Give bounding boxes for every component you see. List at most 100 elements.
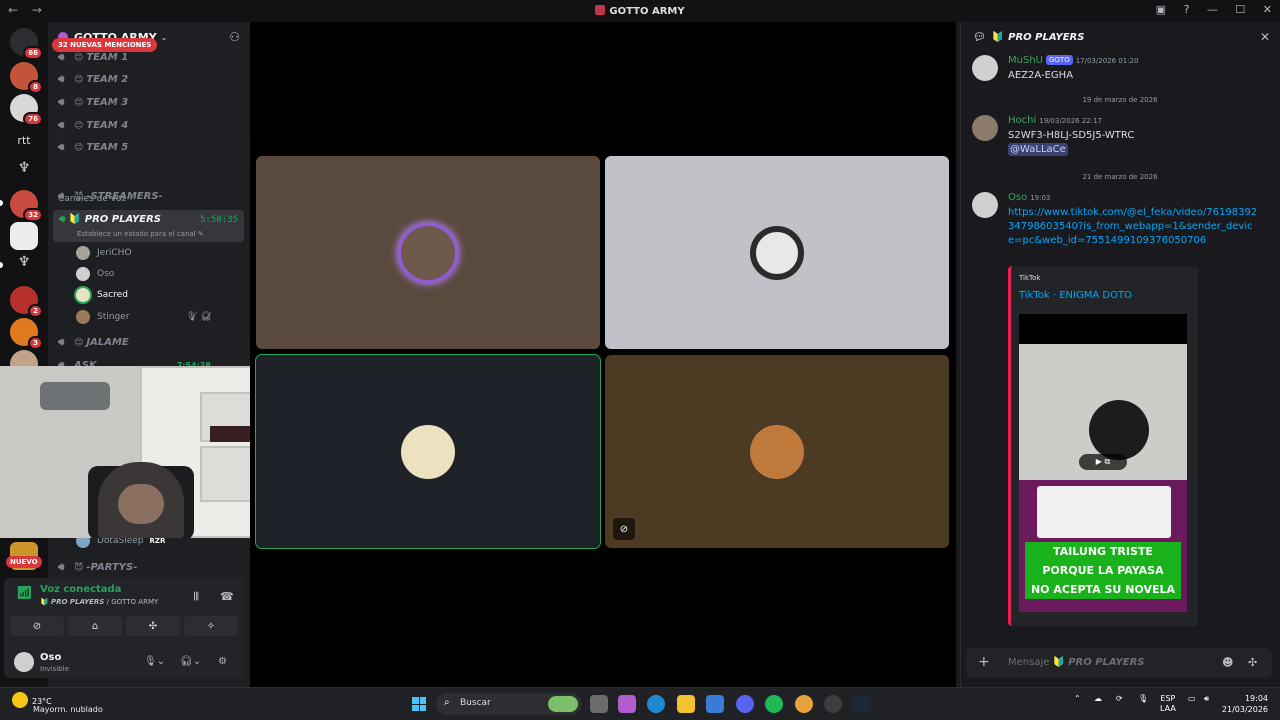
edge-icon[interactable] [647, 695, 665, 713]
user-mention[interactable]: @WaLLaCe [1008, 143, 1068, 156]
apps-icon[interactable]: ✣ [1248, 656, 1257, 669]
direct-messages-icon[interactable]: 66 [10, 28, 43, 60]
screen-share-button[interactable]: ⌂ [68, 616, 122, 636]
participant-tile[interactable] [255, 354, 601, 549]
channel-team-2[interactable]: 🔊︎ 😊 TEAM 2 [58, 74, 128, 85]
participant-tile[interactable] [605, 156, 949, 349]
embed-title[interactable]: TikTok · ENIGMA DOTO [1019, 290, 1132, 301]
date-divider: 21 de marzo de 2026 [1082, 173, 1158, 181]
server-icon[interactable]: 32 [10, 190, 43, 222]
weather-widget[interactable]: 23°C Mayorm. nublado [12, 692, 103, 714]
speaker-icon: 🔊︎ [58, 74, 65, 85]
server-icon[interactable]: 76 [10, 94, 43, 126]
add-member-icon[interactable]: ⚇ [229, 30, 240, 44]
channel-pro-players[interactable]: 🔊︎ 🔰 PRO PLAYERS 5:50:35 Establece un es… [53, 210, 244, 242]
network-icon[interactable]: ▭ [1188, 694, 1196, 703]
start-button[interactable] [412, 697, 426, 711]
avatar[interactable] [972, 192, 998, 218]
language-indicator[interactable]: ESP LAA [1160, 694, 1176, 714]
microphone-icon[interactable]: 🎙︎⌄ [144, 656, 165, 667]
clock[interactable]: 19:04 21/03/2026 [1222, 693, 1268, 715]
chevron-down-icon: ⌄ [160, 32, 168, 42]
help-icon[interactable]: ? [1184, 3, 1190, 16]
emoji-icon[interactable]: ☻ [1222, 656, 1233, 669]
discord-icon[interactable] [736, 695, 754, 713]
emoji-icon: 😊 [74, 120, 84, 131]
message-input[interactable]: + Mensaje 🔰 PRO PLAYERS ☻ ✣ [966, 648, 1272, 678]
speaker-icon: 🔊︎ [58, 191, 65, 202]
gear-icon[interactable]: ⚙ [218, 656, 227, 667]
chat-header: 💬︎ 🔰 PRO PLAYERS ✕ [973, 30, 1270, 44]
message-link[interactable]: https://www.tiktok.com/@el_feka/video/76… [1008, 206, 1258, 248]
link-embed: TikTok TikTok · ENIGMA DOTO ▶ ⧉ TAILUNG … [1008, 266, 1198, 626]
channel-team-1[interactable]: 🔊︎ 😊 TEAM 1 [58, 52, 128, 63]
avatar[interactable] [972, 55, 998, 81]
signal-icon[interactable]: 📶︎ [16, 586, 33, 601]
camera-off-button[interactable]: ⊘ [10, 616, 64, 636]
inbox-icon[interactable]: ▣ [1156, 3, 1166, 16]
microphone-icon[interactable]: 🎙︎ [1138, 694, 1148, 703]
voice-user-jericho[interactable]: JeriCHO [76, 246, 132, 260]
tray-icon[interactable]: ⟳ [1116, 694, 1123, 703]
embed-video[interactable]: ▶ ⧉ TAILUNG TRISTE PORQUE LA PAYASA NO A… [1019, 314, 1187, 612]
participant-tile[interactable]: ⊘ [605, 355, 949, 548]
voice-user-sacred[interactable]: Sacred [76, 288, 128, 302]
copilot-icon[interactable] [618, 695, 636, 713]
emoji-icon: 😈 [74, 562, 84, 573]
channel-streamers[interactable]: 🔊︎ 😈 -STREAMERS- [58, 191, 163, 202]
close-button[interactable]: ✕ [1263, 3, 1272, 16]
chrome-icon[interactable] [795, 695, 813, 713]
server-icon[interactable]: 3 [10, 318, 43, 350]
emoji-icon: 😊 [74, 97, 84, 108]
speaker-icon: 🔊︎ [58, 142, 65, 153]
volume-icon[interactable]: 🔊︎ [1204, 694, 1209, 704]
emoji-icon: 😊 [74, 337, 84, 348]
avatar[interactable] [972, 115, 998, 141]
channel-timer: 5:50:35 [200, 215, 238, 225]
steam-icon[interactable] [853, 695, 871, 713]
spotify-icon[interactable] [765, 695, 783, 713]
close-icon[interactable]: ✕ [1260, 30, 1270, 44]
cloud-icon[interactable]: ☁ [1094, 694, 1102, 703]
soundboard-icon[interactable]: 𝄃𝄃 [194, 590, 199, 604]
task-view-icon[interactable] [590, 695, 608, 713]
voice-user-stinger[interactable]: Stinger 🎙︎̸ 🎧︎̸ [76, 310, 212, 324]
new-mentions-pill[interactable]: 32 NUEVAS MENCIONES [52, 38, 158, 52]
server-icon[interactable]: 8 [10, 62, 43, 94]
channel-status-hint[interactable]: Establece un estado para el canal ✎ [77, 230, 204, 238]
disconnect-icon[interactable]: ☎︎ [220, 590, 234, 603]
app-icon[interactable] [824, 695, 842, 713]
maximize-button[interactable]: ☐ [1235, 3, 1245, 16]
taskbar-search[interactable]: ⌕ Buscar [436, 693, 582, 715]
file-explorer-icon[interactable] [677, 695, 695, 713]
channel-team-5[interactable]: 🔊︎ 😊 TEAM 5 [58, 142, 128, 153]
play-icon[interactable]: ▶ ⧉ [1079, 454, 1127, 470]
plus-icon[interactable]: + [978, 654, 990, 670]
voice-user-oso[interactable]: Oso [76, 267, 114, 281]
store-icon[interactable] [706, 695, 724, 713]
message-author[interactable]: Oso [1008, 192, 1027, 203]
shield-icon: 🔰 [991, 31, 1005, 43]
server-icon[interactable]: ♆ [10, 160, 38, 188]
server-icon-rtt[interactable]: rtt [10, 134, 38, 147]
soundboard-button[interactable]: ✧ [184, 616, 238, 636]
server-icon[interactable] [10, 222, 38, 250]
shield-icon: 🔰 [68, 214, 82, 225]
minimize-button[interactable]: — [1207, 3, 1218, 16]
channel-team-4[interactable]: 🔊︎ 😊 TEAM 4 [58, 120, 128, 131]
window-title: GOTTO ARMY [0, 5, 1280, 17]
message-author[interactable]: Hochi [1008, 115, 1036, 126]
speaker-icon: 🔊︎ [58, 120, 65, 131]
headphones-icon[interactable]: 🎧︎⌄ [180, 656, 201, 667]
avatar[interactable] [14, 652, 34, 672]
channel-partys[interactable]: 🔊︎ 😈 -PARTYS- [58, 562, 137, 573]
voice-channel-path[interactable]: 🔰 PRO PLAYERS / GOTTO ARMY [40, 598, 158, 606]
participant-tile[interactable] [256, 156, 600, 349]
server-icon[interactable]: 2 [10, 286, 43, 318]
server-icon[interactable]: ♆ [10, 254, 38, 282]
message-author[interactable]: MuShU [1008, 55, 1043, 66]
activities-button[interactable]: ✣ [126, 616, 180, 636]
tray-chevron-icon[interactable]: ⌃ [1074, 694, 1081, 703]
channel-team-3[interactable]: 🔊︎ 😊 TEAM 3 [58, 97, 128, 108]
channel-jalame[interactable]: 🔊︎ 😊 JALAME [58, 337, 129, 348]
